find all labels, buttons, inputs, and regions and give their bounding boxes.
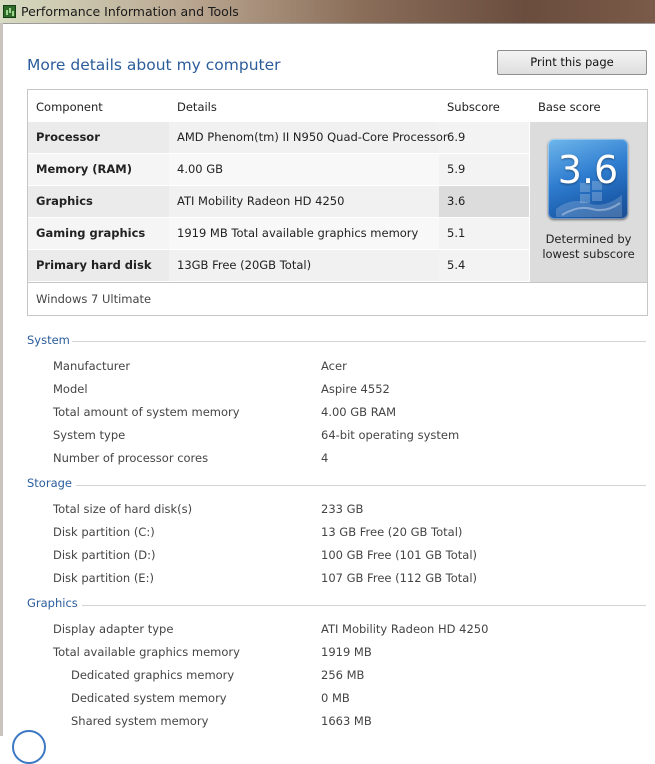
component-details: 4.00 GB — [177, 162, 224, 176]
section-divider — [82, 605, 646, 606]
component-details: 1919 MB Total available graphics memory — [177, 226, 419, 240]
disk-total-label: Total size of hard disk(s) — [53, 502, 193, 516]
processor-cores-value: 4 — [321, 451, 329, 465]
score-table: Component Details Subscore Base score Pr… — [27, 89, 648, 316]
system-model-value: Aspire 4552 — [321, 382, 390, 396]
os-edition-row: Windows 7 Ultimate — [28, 282, 647, 315]
component-subscore: 5.1 — [447, 226, 466, 240]
partition-c-value: 13 GB Free (20 GB Total) — [321, 525, 463, 539]
display-adapter-label: Display adapter type — [53, 622, 174, 636]
section-heading-storage: Storage — [27, 476, 72, 490]
base-caption-line-2: lowest subscore — [542, 247, 635, 261]
partition-c-label: Disk partition (C:) — [53, 525, 155, 539]
content-top-border — [3, 23, 655, 24]
disk-total-value: 233 GB — [321, 502, 364, 516]
header-details: Details — [177, 100, 217, 114]
page-title: More details about my computer — [27, 56, 281, 74]
dedicated-system-memory-label: Dedicated system memory — [71, 691, 227, 705]
system-model-label: Model — [53, 382, 88, 396]
info-circle-icon — [12, 730, 46, 764]
header-base-score: Base score — [538, 100, 601, 114]
component-subscore: 6.9 — [447, 130, 466, 144]
partition-e-value: 107 GB Free (112 GB Total) — [321, 571, 478, 585]
print-page-button[interactable]: Print this page — [497, 50, 647, 75]
system-manufacturer-label: Manufacturer — [53, 359, 131, 373]
total-graphics-memory-label: Total available graphics memory — [53, 645, 240, 659]
window-frame-left — [0, 23, 3, 736]
window-title-bar[interactable]: Performance Information and Tools — [0, 0, 655, 24]
dedicated-graphics-memory-value: 256 MB — [321, 668, 365, 682]
section-heading-graphics: Graphics — [27, 596, 78, 610]
score-row-processor: Processor AMD Phenom(tm) II N950 Quad-Co… — [28, 122, 529, 153]
partition-d-label: Disk partition (D:) — [53, 548, 156, 562]
component-details: AMD Phenom(tm) II N950 Quad-Core Process… — [177, 130, 448, 144]
section-divider — [76, 485, 646, 486]
component-details: 13GB Free (20GB Total) — [177, 258, 312, 272]
component-label: Processor — [36, 130, 100, 144]
score-row-gaming-graphics: Gaming graphics 1919 MB Total available … — [28, 218, 529, 249]
component-subscore: 5.9 — [447, 162, 466, 176]
base-caption-line-1: Determined by — [545, 232, 632, 246]
os-edition: Windows 7 Ultimate — [36, 292, 152, 306]
shared-system-memory-value: 1663 MB — [321, 714, 372, 728]
component-details: ATI Mobility Radeon HD 4250 — [177, 194, 345, 208]
base-score-value: 3.6 — [557, 148, 619, 192]
system-type-value: 64-bit operating system — [321, 428, 460, 442]
component-label: Graphics — [36, 194, 93, 208]
shared-system-memory-label: Shared system memory — [71, 714, 209, 728]
section-divider — [72, 341, 646, 342]
component-subscore: 3.6 — [447, 194, 466, 208]
partition-e-label: Disk partition (E:) — [53, 571, 154, 585]
component-label: Memory (RAM) — [36, 162, 133, 176]
score-row-memory: Memory (RAM) 4.00 GB 5.9 — [28, 154, 529, 185]
window-title: Performance Information and Tools — [21, 4, 239, 19]
system-manufacturer-value: Acer — [321, 359, 347, 373]
component-subscore: 5.4 — [447, 258, 466, 272]
dedicated-system-memory-value: 0 MB — [321, 691, 350, 705]
section-heading-system: System — [27, 333, 70, 347]
system-memory-value: 4.00 GB RAM — [321, 405, 397, 419]
base-score-caption: Determined by lowest subscore — [530, 232, 647, 262]
score-row-hard-disk: Primary hard disk 13GB Free (20GB Total)… — [28, 250, 529, 281]
dedicated-graphics-memory-label: Dedicated graphics memory — [71, 668, 235, 682]
system-type-label: System type — [53, 428, 126, 442]
component-label: Primary hard disk — [36, 258, 152, 272]
display-adapter-value: ATI Mobility Radeon HD 4250 — [321, 622, 489, 636]
component-label: Gaming graphics — [36, 226, 146, 240]
base-score-panel: 3.6 Determined by lowest subscore — [530, 122, 647, 282]
processor-cores-label: Number of processor cores — [53, 451, 209, 465]
base-score-badge: 3.6 — [548, 139, 628, 219]
total-graphics-memory-value: 1919 MB — [321, 645, 372, 659]
system-memory-label: Total amount of system memory — [53, 405, 240, 419]
header-subscore: Subscore — [447, 100, 500, 114]
header-component: Component — [36, 100, 103, 114]
score-row-graphics: Graphics ATI Mobility Radeon HD 4250 3.6 — [28, 186, 529, 217]
partition-d-value: 100 GB Free (101 GB Total) — [321, 548, 478, 562]
performance-chart-icon — [3, 5, 16, 18]
